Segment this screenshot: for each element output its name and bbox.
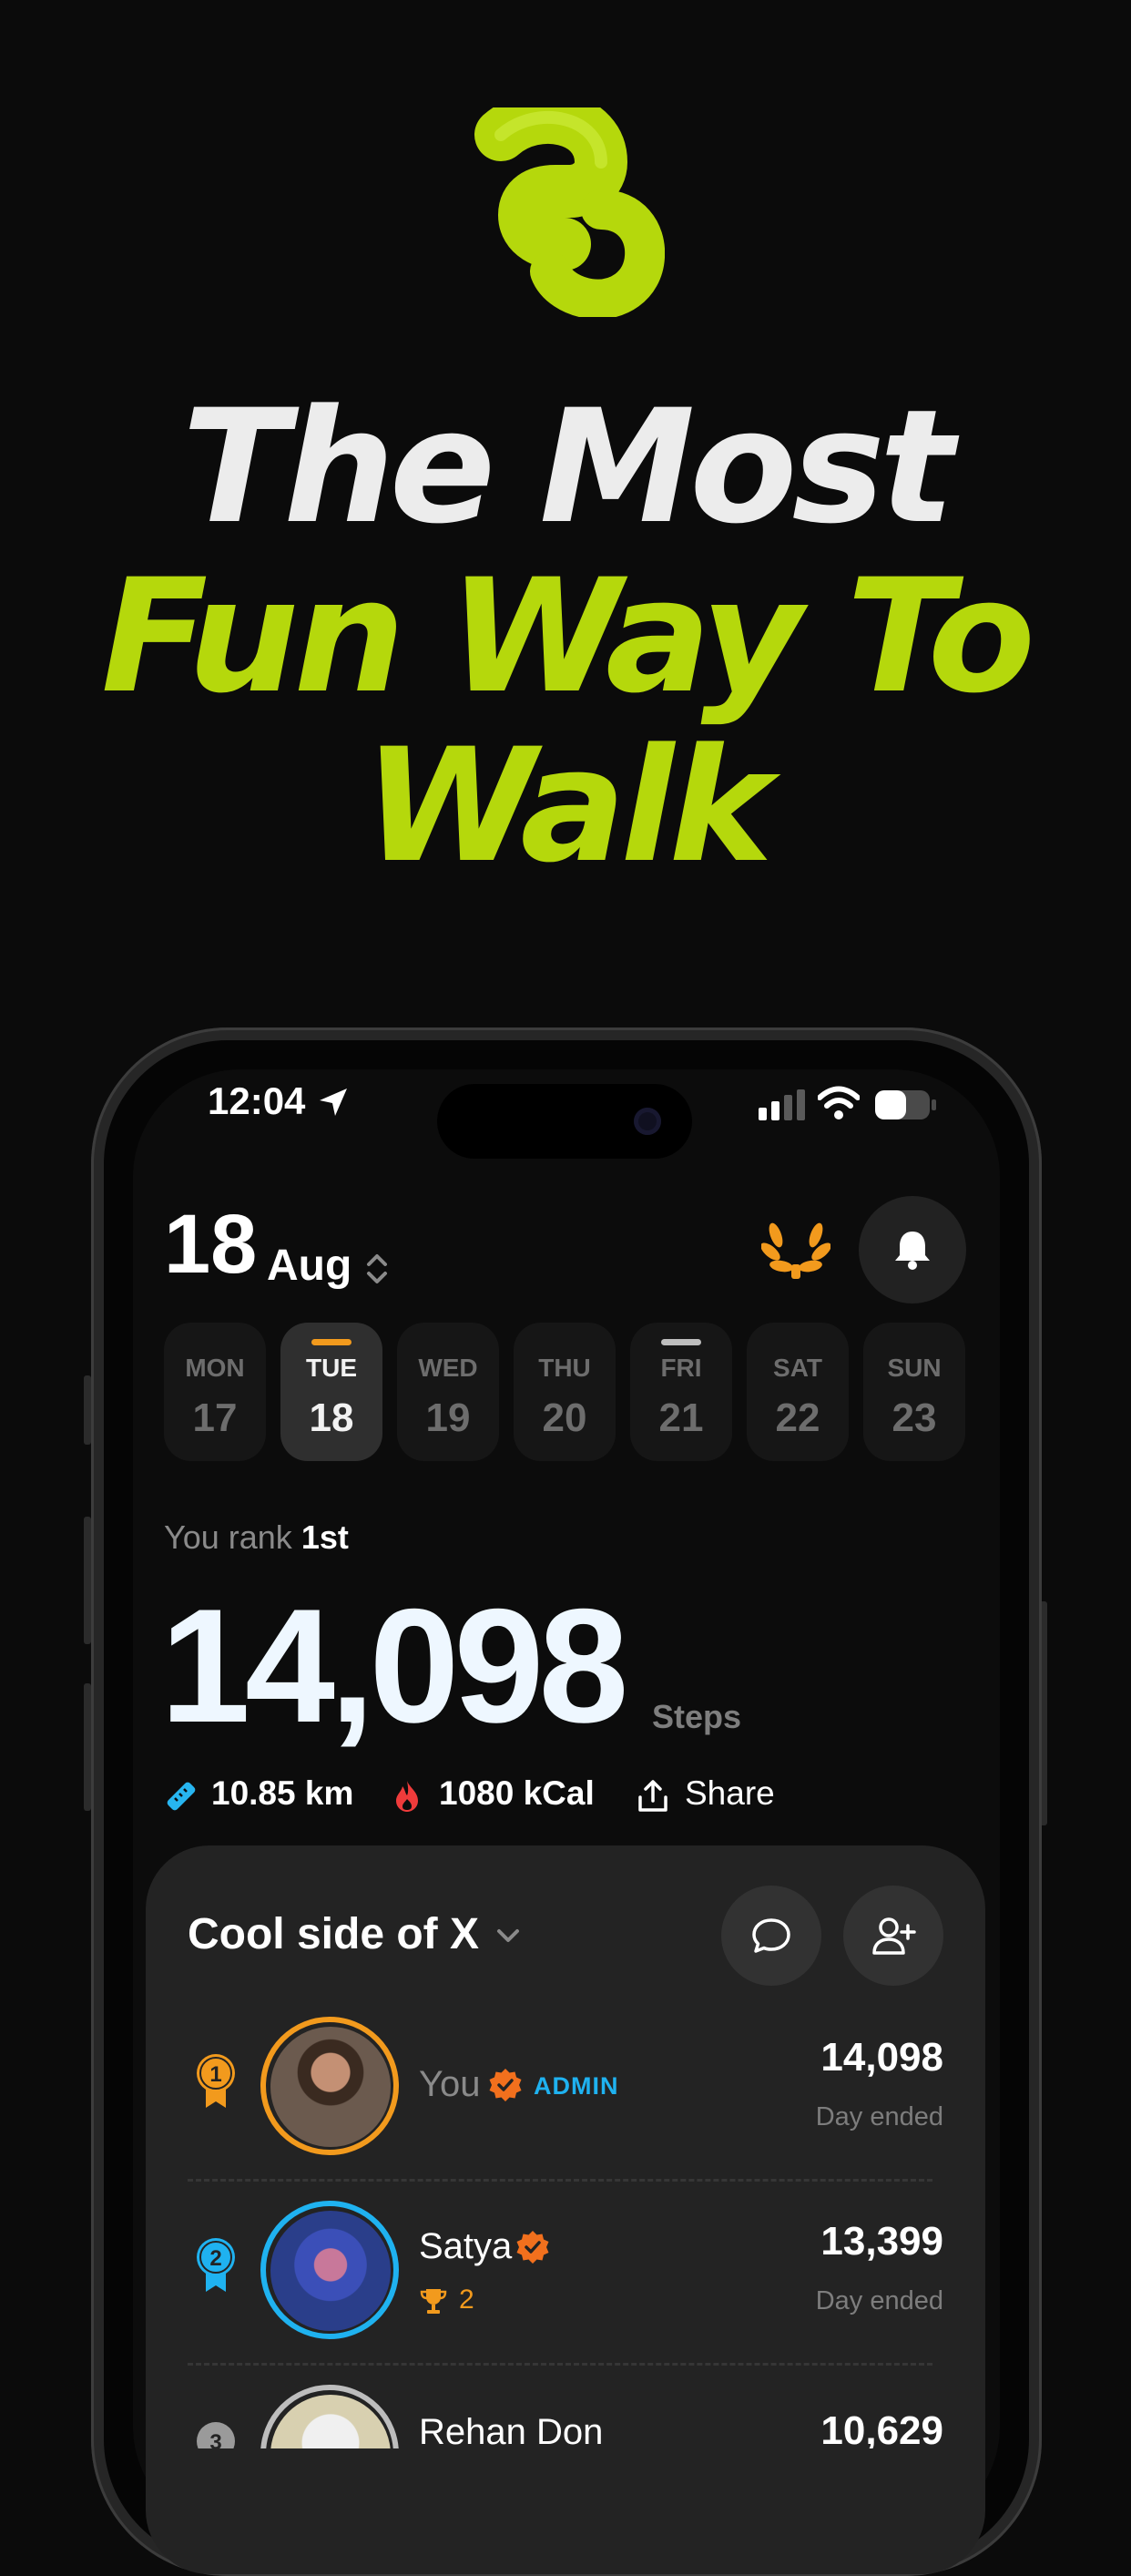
day-fri[interactable]: FRI 21 <box>630 1323 732 1461</box>
phone-action-button <box>84 1375 91 1445</box>
verified-badge-icon <box>516 2231 549 2264</box>
rank-number: 2 <box>209 2246 221 2271</box>
headline: The Most Fun Way To Walk <box>0 383 1131 891</box>
day-date: 21 <box>658 1395 704 1440</box>
day-date: 19 <box>425 1395 471 1440</box>
chevron-up-down-icon[interactable] <box>364 1252 390 1286</box>
chat-bubble-icon <box>752 1918 790 1953</box>
month-selector[interactable]: Aug <box>267 1241 352 1291</box>
day-thu[interactable]: THU 20 <box>514 1323 616 1461</box>
status-time: 12:04 <box>208 1079 306 1122</box>
add-member-button[interactable] <box>843 1886 943 1986</box>
member-steps: 14,098 <box>820 2035 943 2080</box>
rank-3-medal-icon: 3 <box>197 2422 235 2448</box>
avatar[interactable] <box>260 2017 399 2155</box>
share-button[interactable]: Share <box>685 1774 775 1813</box>
member-status: Day ended <box>815 2102 943 2131</box>
verified-badge-icon <box>489 2069 522 2101</box>
day-name: SAT <box>773 1354 822 1382</box>
day-sat[interactable]: SAT 22 <box>747 1323 849 1461</box>
rank-value: 1st <box>301 1518 349 1556</box>
headline-line-1: The Most <box>181 375 954 558</box>
phone-volume-up-button <box>84 1517 91 1644</box>
battery-icon <box>875 1090 936 1119</box>
avatar[interactable] <box>260 2385 399 2448</box>
day-name: TUE <box>306 1354 357 1382</box>
location-arrow-icon <box>320 1089 347 1116</box>
day-date: 17 <box>192 1395 238 1440</box>
day-name: MON <box>185 1354 245 1382</box>
admin-badge: ADMIN <box>534 2072 619 2100</box>
rank-text: You rank 1st <box>164 1518 349 1557</box>
phone-volume-down-button <box>84 1683 91 1811</box>
member-status: Day ended <box>815 2286 943 2315</box>
day-indicator-bar <box>311 1339 352 1345</box>
day-date: 23 <box>892 1395 937 1440</box>
add-user-icon <box>872 1917 916 1955</box>
day-date: 18 <box>309 1395 354 1440</box>
dynamic-island <box>437 1084 692 1159</box>
bell-icon <box>895 1232 930 1270</box>
notifications-button[interactable] <box>859 1196 966 1303</box>
ruler-icon <box>167 1782 196 1811</box>
member-name: Satya <box>419 2226 513 2266</box>
leaderboard-row[interactable]: 3 Rehan Don 10,629 <box>188 2363 943 2448</box>
day-name: THU <box>538 1354 591 1382</box>
steps-label: Steps <box>652 1698 742 1735</box>
cellular-signal-icon <box>759 1089 805 1120</box>
week-selector: MON 17 TUE 18 WED 19 THU 20 FRI 21 SAT 2… <box>164 1323 967 1461</box>
day-date: 20 <box>542 1395 587 1440</box>
flame-icon <box>396 1781 418 1812</box>
day-indicator-bar <box>661 1339 701 1345</box>
laurel-trophy-icon[interactable] <box>761 1217 830 1281</box>
selected-date-day: 18 <box>164 1198 258 1291</box>
day-mon[interactable]: MON 17 <box>164 1323 266 1461</box>
rank-number: 3 <box>209 2430 221 2448</box>
member-steps: 13,399 <box>820 2219 943 2264</box>
headline-line-2: Fun Way To <box>101 545 1035 728</box>
day-name: SUN <box>887 1354 942 1382</box>
rank-prefix: You rank <box>164 1518 292 1556</box>
day-wed[interactable]: WED 19 <box>397 1323 499 1461</box>
member-name: Rehan Don <box>419 2412 604 2448</box>
group-title[interactable]: Cool side of X <box>188 1909 479 1959</box>
wifi-icon <box>818 1086 860 1119</box>
leaderboard-row[interactable]: 2 Satya 2 13,399 Day ended <box>188 2179 943 2361</box>
leaderboard-row[interactable]: 1 You ADMIN 14,098 Day ended <box>188 1995 943 2177</box>
member-name: You <box>419 2064 481 2104</box>
rank-1-medal-icon: 1 <box>197 2054 235 2108</box>
app-logo <box>474 107 665 317</box>
member-steps: 10,629 <box>820 2408 943 2448</box>
step-count: 14,098 <box>160 1575 628 1756</box>
day-name: FRI <box>660 1354 702 1382</box>
rank-number: 1 <box>209 2062 221 2087</box>
calories-value: 1080 kCal <box>439 1774 595 1812</box>
camera <box>634 1108 661 1135</box>
distance-value: 10.85 km <box>211 1774 354 1812</box>
day-date: 22 <box>775 1395 820 1440</box>
day-sun[interactable]: SUN 23 <box>863 1323 965 1461</box>
trophy-icon <box>420 2289 447 2314</box>
avatar[interactable] <box>260 2201 399 2339</box>
share-icon[interactable] <box>636 1779 670 1814</box>
day-name: WED <box>418 1354 478 1382</box>
chat-button[interactable] <box>721 1886 821 1986</box>
headline-line-3: Walk <box>363 714 772 897</box>
day-tue[interactable]: TUE 18 <box>280 1323 382 1461</box>
trophy-count: 2 <box>459 2285 474 2315</box>
rank-2-medal-icon: 2 <box>197 2238 235 2292</box>
chevron-down-icon[interactable] <box>494 1922 523 1949</box>
